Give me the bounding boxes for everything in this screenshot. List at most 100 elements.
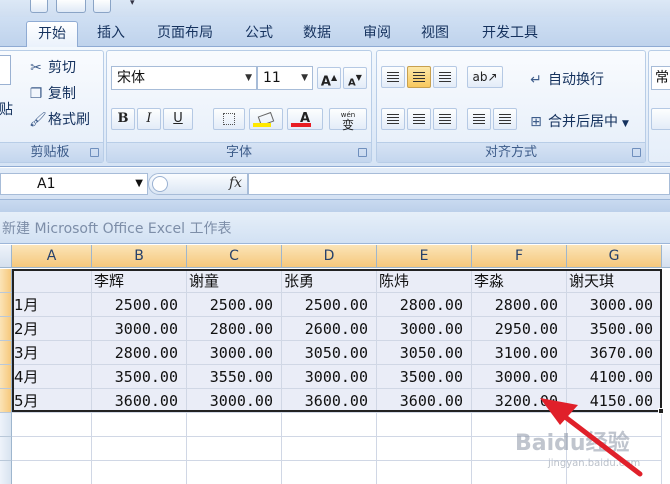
font-color-button[interactable]: A <box>287 108 323 130</box>
cell-a6[interactable]: 5月 <box>12 389 92 413</box>
cell-c2[interactable]: 2500.00 <box>187 293 282 317</box>
cell-c6[interactable]: 3000.00 <box>187 389 282 413</box>
cell-b1[interactable]: 李辉 <box>92 269 187 293</box>
cell-g6[interactable]: 4150.00 <box>567 389 662 413</box>
formula-input[interactable] <box>248 173 670 195</box>
cell-d6[interactable]: 3600.00 <box>282 389 377 413</box>
name-box[interactable]: A1 ▼ <box>0 173 148 195</box>
cell-g3[interactable]: 3500.00 <box>567 317 662 341</box>
fill-handle[interactable] <box>658 408 664 414</box>
tab-home[interactable]: 开始 <box>26 21 78 48</box>
customize-qat-icon[interactable]: ▾ <box>130 0 135 8</box>
number-format-select[interactable]: 常 <box>651 66 670 90</box>
select-all-corner[interactable] <box>0 245 12 268</box>
cut-button[interactable]: ✂ 剪切 <box>29 57 76 77</box>
cell-g1[interactable]: 谢天琪 <box>567 269 662 293</box>
cell-a3[interactable]: 2月 <box>12 317 92 341</box>
align-top-button[interactable] <box>381 66 405 88</box>
wrap-text-button[interactable]: ↵ 自动换行 <box>529 69 604 89</box>
row-header-7[interactable] <box>0 413 12 437</box>
cell-g4[interactable]: 3670.00 <box>567 341 662 365</box>
column-header-c[interactable]: C <box>187 245 282 268</box>
cell-d8[interactable] <box>282 437 377 461</box>
save-icon[interactable] <box>30 0 48 13</box>
cell-f4[interactable]: 3100.00 <box>472 341 567 365</box>
column-header-e[interactable]: E <box>377 245 472 268</box>
cell-d5[interactable]: 3000.00 <box>282 365 377 389</box>
grow-font-button[interactable]: A▲ <box>317 67 341 89</box>
cell-e7[interactable] <box>377 413 472 437</box>
font-size-select[interactable]: 11 ▼ <box>257 66 313 90</box>
cell-b8[interactable] <box>92 437 187 461</box>
tab-page-layout[interactable]: 页面布局 <box>148 21 222 47</box>
cell-g2[interactable]: 3000.00 <box>567 293 662 317</box>
cell-f6[interactable]: 3200.00 <box>472 389 567 413</box>
cell-d4[interactable]: 3050.00 <box>282 341 377 365</box>
merge-center-button[interactable]: ⊞ 合并后居中 ▼ <box>529 111 629 131</box>
cell-a7[interactable] <box>12 413 92 437</box>
tab-formulas[interactable]: 公式 <box>236 21 282 47</box>
cancel-entry-icon[interactable] <box>152 176 168 192</box>
insert-function-button[interactable]: fx <box>229 175 242 191</box>
cell-f1[interactable]: 李淼 <box>472 269 567 293</box>
column-header-b[interactable]: B <box>92 245 187 268</box>
align-right-button[interactable] <box>433 108 457 130</box>
row-header-2[interactable] <box>0 293 12 317</box>
row-header-3[interactable] <box>0 317 12 341</box>
cell-d1[interactable]: 张勇 <box>282 269 377 293</box>
align-bottom-button[interactable] <box>433 66 457 88</box>
cell-e2[interactable]: 2800.00 <box>377 293 472 317</box>
alignment-launcher-icon[interactable] <box>632 148 641 157</box>
cell-e5[interactable]: 3500.00 <box>377 365 472 389</box>
tab-view[interactable]: 视图 <box>412 21 458 47</box>
cell-c3[interactable]: 2800.00 <box>187 317 282 341</box>
cell-a8[interactable] <box>12 437 92 461</box>
cell-d3[interactable]: 2600.00 <box>282 317 377 341</box>
tab-review[interactable]: 审阅 <box>354 21 400 47</box>
cell-e6[interactable]: 3600.00 <box>377 389 472 413</box>
cell-a4[interactable]: 3月 <box>12 341 92 365</box>
bold-button[interactable]: B <box>111 108 135 130</box>
column-header-a[interactable]: A <box>12 245 92 268</box>
cell-c7[interactable] <box>187 413 282 437</box>
currency-format-icon[interactable] <box>651 108 670 130</box>
cell-e8[interactable] <box>377 437 472 461</box>
column-header-h[interactable] <box>662 245 670 268</box>
tab-insert[interactable]: 插入 <box>86 21 136 47</box>
column-header-f[interactable]: F <box>472 245 567 268</box>
row-header-8[interactable] <box>0 437 12 461</box>
cell-b6[interactable]: 3600.00 <box>92 389 187 413</box>
font-name-select[interactable]: 宋体 ▼ <box>111 66 257 90</box>
format-painter-button[interactable]: 🖌格式刷 <box>29 109 90 129</box>
cell-a2[interactable]: 1月 <box>12 293 92 317</box>
align-left-button[interactable] <box>381 108 405 130</box>
align-middle-button[interactable] <box>407 66 431 88</box>
tab-developer[interactable]: 开发工具 <box>472 21 548 47</box>
cell-f2[interactable]: 2800.00 <box>472 293 567 317</box>
undo-icon[interactable] <box>56 0 86 13</box>
cell-a9[interactable] <box>12 461 92 484</box>
cell-c9[interactable] <box>187 461 282 484</box>
cell-c5[interactable]: 3550.00 <box>187 365 282 389</box>
tab-data[interactable]: 数据 <box>294 21 340 47</box>
font-launcher-icon[interactable] <box>358 148 367 157</box>
cell-b7[interactable] <box>92 413 187 437</box>
cell-a5[interactable]: 4月 <box>12 365 92 389</box>
cell-e3[interactable]: 3000.00 <box>377 317 472 341</box>
cell-f3[interactable]: 2950.00 <box>472 317 567 341</box>
cell-g5[interactable]: 4100.00 <box>567 365 662 389</box>
cell-d9[interactable] <box>282 461 377 484</box>
italic-button[interactable]: I <box>137 108 161 130</box>
cell-f5[interactable]: 3000.00 <box>472 365 567 389</box>
underline-button[interactable]: U <box>163 108 193 130</box>
align-center-button[interactable] <box>407 108 431 130</box>
shrink-font-button[interactable]: A▼ <box>343 67 367 89</box>
row-header-9[interactable] <box>0 461 12 484</box>
cell-b9[interactable] <box>92 461 187 484</box>
cell-b2[interactable]: 2500.00 <box>92 293 187 317</box>
chevron-down-icon[interactable]: ▼ <box>135 174 143 194</box>
fill-color-button[interactable] <box>249 108 283 130</box>
cell-b5[interactable]: 3500.00 <box>92 365 187 389</box>
paste-button[interactable]: 贴 <box>0 99 13 119</box>
cell-e1[interactable]: 陈炜 <box>377 269 472 293</box>
